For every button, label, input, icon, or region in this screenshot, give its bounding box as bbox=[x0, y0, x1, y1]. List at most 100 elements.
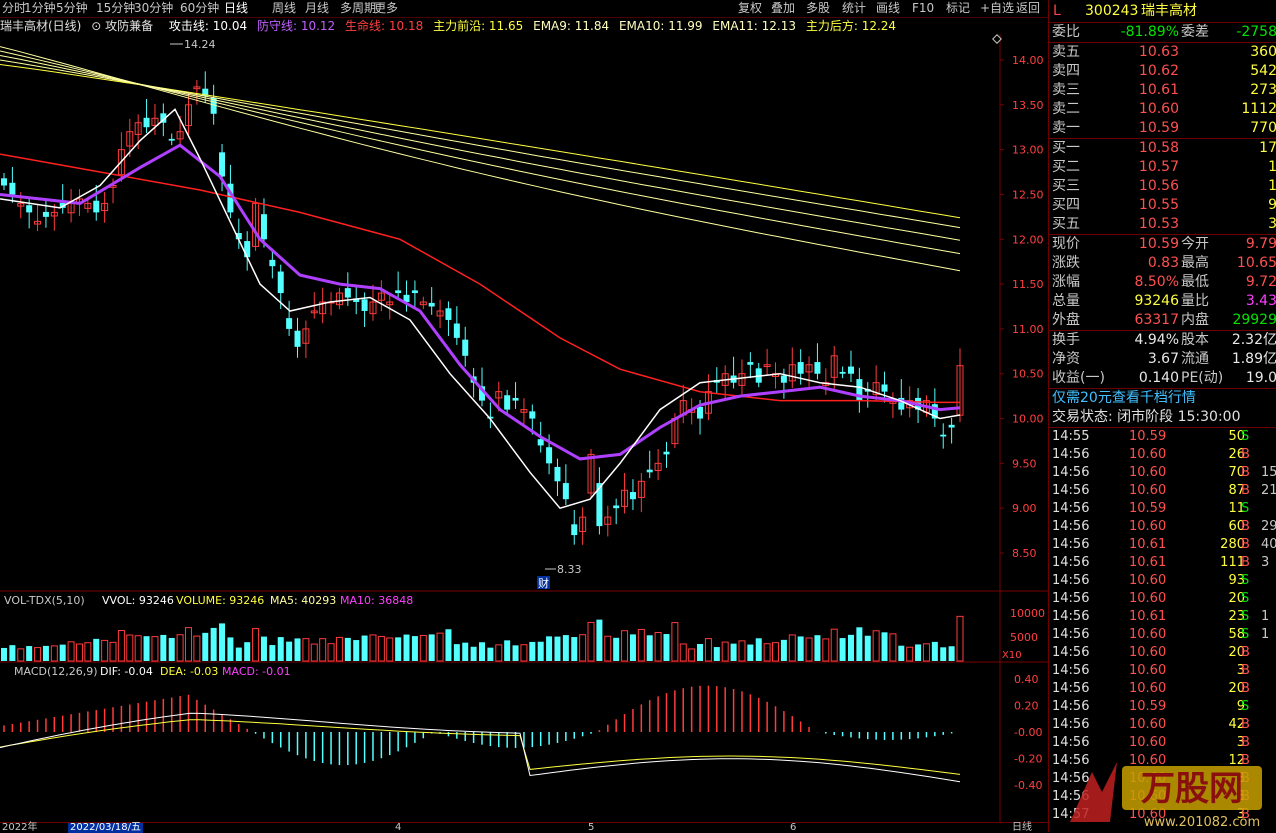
period-tab-0[interactable]: 分时 bbox=[2, 0, 26, 17]
toolbar-action-0[interactable]: 复权 bbox=[738, 0, 762, 17]
vol-bar-up bbox=[117, 630, 125, 662]
trade-price: 10.61 bbox=[1129, 537, 1167, 552]
life-line-value: 生命线: 10.18 bbox=[345, 19, 424, 33]
ask-level-1[interactable]: 卖一 10.59 770 bbox=[1049, 119, 1276, 138]
indicator-selector[interactable]: ⊙ 攻防兼备 bbox=[91, 19, 159, 33]
period-tab-10[interactable]: 更多 bbox=[374, 0, 398, 17]
vol-bar-down bbox=[856, 627, 863, 661]
stat-label-2: 最高 bbox=[1181, 255, 1209, 271]
bid-level-3[interactable]: 买三 10.56 1 bbox=[1049, 177, 1276, 196]
vol-bar-down bbox=[210, 627, 217, 661]
ask-level-1-volume: 770 bbox=[1250, 120, 1276, 136]
toolbar-action-7[interactable]: +自选 bbox=[980, 0, 1014, 17]
bid-level-2[interactable]: 买二 10.57 1 bbox=[1049, 158, 1276, 177]
stat2-row: 净资 3.67 流通 1.89亿 bbox=[1049, 350, 1276, 369]
vol-bar-down bbox=[847, 634, 854, 661]
trade-count: 3 bbox=[1261, 555, 1270, 570]
period-tab-3[interactable]: 15分钟 bbox=[96, 0, 135, 17]
vol-bar-up bbox=[956, 615, 964, 662]
trade-status: 交易状态: 闭市阶段 15:30:00 bbox=[1049, 408, 1276, 428]
vol-bar-down bbox=[713, 647, 720, 661]
bid-level-1-price: 10.58 bbox=[1138, 140, 1179, 156]
period-tab-1[interactable]: 1分钟 bbox=[24, 0, 56, 17]
stock-title: 瑞丰高材(日线) bbox=[0, 19, 82, 33]
vol-bar-down bbox=[453, 644, 460, 661]
ask-level-1-label: 卖一 bbox=[1052, 120, 1080, 136]
price-tick-label: 10.00 bbox=[1012, 413, 1044, 426]
promo-link[interactable]: 仅需20元查看千档行情 bbox=[1049, 389, 1276, 408]
ask-level-3-price: 10.61 bbox=[1138, 82, 1179, 98]
candle-body-down bbox=[948, 424, 955, 428]
bid-level-4[interactable]: 买四 10.55 9 bbox=[1049, 196, 1276, 215]
stat-label-2: 最低 bbox=[1181, 274, 1209, 290]
candle-body-down bbox=[504, 395, 511, 410]
trade-row: 14:5610.603B bbox=[1049, 734, 1276, 752]
bid-level-2-label: 买二 bbox=[1052, 159, 1080, 175]
trade-time: 14:56 bbox=[1052, 519, 1090, 534]
toolbar-action-3[interactable]: 统计 bbox=[842, 0, 866, 17]
trade-side: S bbox=[1241, 429, 1250, 444]
toolbar-action-1[interactable]: 叠加 bbox=[771, 0, 795, 17]
site-watermark-logo: 万股网 www.201082.com bbox=[1070, 762, 1262, 830]
ask-level-3[interactable]: 卖三 10.61 273 bbox=[1049, 81, 1276, 100]
ema-line-3 bbox=[0, 50, 961, 255]
bid-level-1-volume: 17 bbox=[1259, 140, 1276, 156]
candle-body-down bbox=[554, 466, 561, 482]
period-tab-8[interactable]: 月线 bbox=[305, 0, 329, 17]
toolbar-action-5[interactable]: F10 bbox=[912, 0, 934, 17]
trade-price: 10.60 bbox=[1129, 465, 1167, 480]
period-tab-2[interactable]: 5分钟 bbox=[56, 0, 88, 17]
period-tab-5[interactable]: 60分钟 bbox=[180, 0, 219, 17]
ema11-value: EMA11: 12.13 bbox=[712, 19, 797, 33]
vol-bar-up bbox=[637, 628, 645, 662]
toolbar-action-6[interactable]: 标记 bbox=[946, 0, 970, 17]
vol-bar-down bbox=[915, 644, 922, 661]
trade-side: B bbox=[1241, 447, 1250, 462]
stat2-label: 收益(一) bbox=[1052, 370, 1105, 386]
trade-price: 10.60 bbox=[1129, 573, 1167, 588]
trade-time: 14:56 bbox=[1052, 483, 1090, 498]
stat-value: 63317 bbox=[1134, 312, 1179, 328]
toolbar-action-2[interactable]: 多股 bbox=[806, 0, 830, 17]
period-tab-6[interactable]: 日线 bbox=[224, 0, 248, 17]
vol-bar-down bbox=[663, 634, 670, 661]
vol-bar-up bbox=[654, 631, 662, 662]
trade-row: 14:56 10.60 93 S bbox=[1049, 572, 1276, 590]
trade-side: S bbox=[1241, 699, 1250, 714]
macd-axis-label: 0.20 bbox=[1014, 700, 1039, 713]
period-tab-9[interactable]: 多周期 bbox=[340, 0, 376, 17]
toolbar-action-8[interactable]: 返回 bbox=[1016, 0, 1040, 17]
bid-level-5[interactable]: 买五 10.53 3 bbox=[1049, 215, 1276, 234]
candle-body-down bbox=[780, 375, 787, 383]
chart-area[interactable]: 14.00 13.50 13.00 12.50 12.00 11.50 11.00 10.50… bbox=[0, 34, 1048, 825]
vol-ma5: MA5: 40293 bbox=[270, 594, 336, 607]
vol-bar-up bbox=[184, 627, 192, 662]
vol-bar-down bbox=[260, 636, 267, 661]
stat-value: 93246 bbox=[1134, 293, 1179, 309]
stat-value-2: 9.79 bbox=[1245, 236, 1276, 252]
stat-label: 外盘 bbox=[1052, 312, 1080, 328]
ask-level-2[interactable]: 卖二 10.60 1112 bbox=[1049, 100, 1276, 119]
ask-level-4-label: 卖四 bbox=[1052, 63, 1080, 79]
toolbar-action-4[interactable]: 画线 bbox=[876, 0, 900, 17]
kline-chart[interactable]: 14.00 13.50 13.00 12.50 12.00 11.50 11.00 10.50… bbox=[0, 34, 1048, 822]
period-tab-7[interactable]: 周线 bbox=[272, 0, 296, 17]
ask-level-5[interactable]: 卖五 10.63 360 bbox=[1049, 43, 1276, 62]
weicha-value: -2758 bbox=[1236, 24, 1276, 40]
ask-level-3-volume: 273 bbox=[1250, 82, 1276, 98]
vol-bar-down bbox=[613, 637, 620, 661]
stat2-label-2: PE(动) bbox=[1181, 370, 1224, 386]
bid-level-5-label: 买五 bbox=[1052, 216, 1080, 232]
stock-code: 300243 bbox=[1085, 3, 1139, 19]
period-tab-4[interactable]: 30分钟 bbox=[134, 0, 173, 17]
candle-body-down bbox=[93, 200, 100, 213]
trade-row: 14:55 10.59 50 S bbox=[1049, 428, 1276, 446]
candle-body-down bbox=[1, 178, 7, 186]
bid-level-1[interactable]: 买一 10.58 17 bbox=[1049, 139, 1276, 158]
vol-bar-up bbox=[34, 647, 42, 662]
ask-level-4[interactable]: 卖四 10.62 542 bbox=[1049, 62, 1276, 81]
trade-side: B bbox=[1241, 537, 1250, 552]
trade-count: 1 bbox=[1261, 609, 1270, 624]
vol-bar-down bbox=[730, 643, 737, 661]
candle-body-down bbox=[646, 469, 653, 473]
